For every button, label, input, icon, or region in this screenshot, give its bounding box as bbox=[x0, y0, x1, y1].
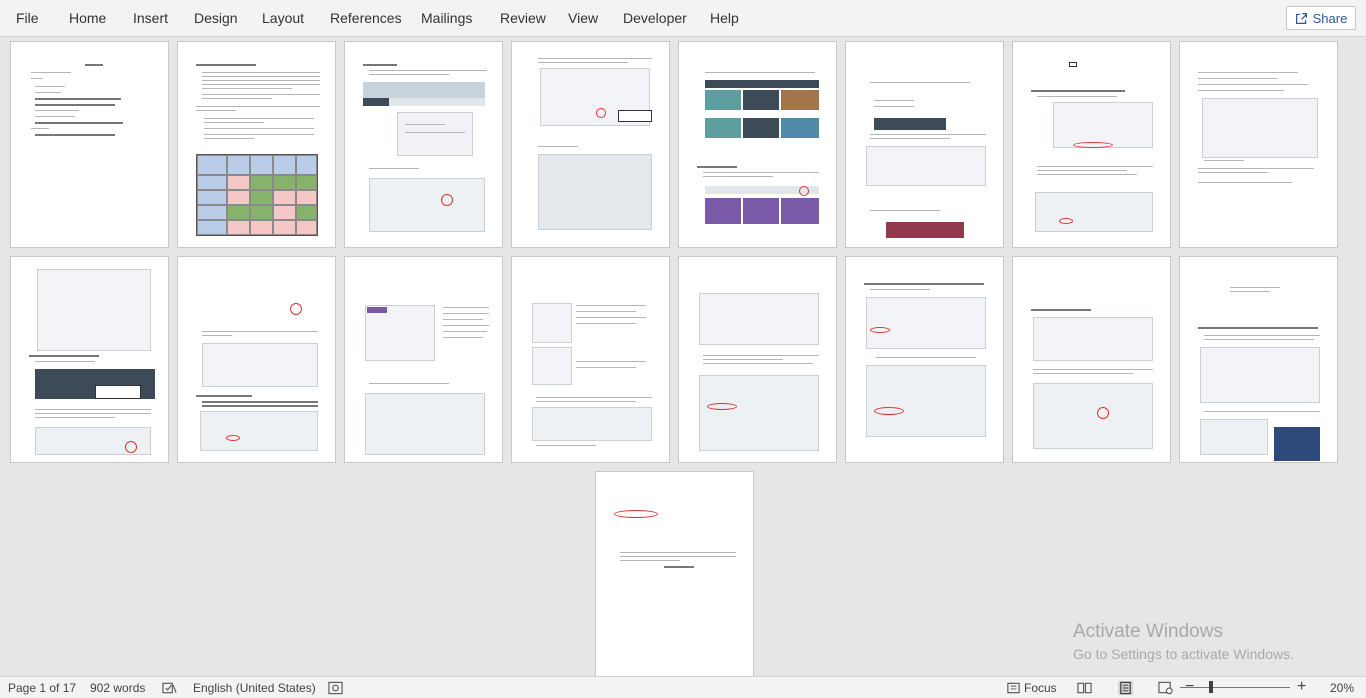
language-indicator[interactable]: English (United States) bbox=[193, 681, 316, 695]
proofing-icon[interactable] bbox=[162, 681, 177, 695]
page-thumbnail-14[interactable] bbox=[845, 256, 1004, 463]
page-thumbnail-12[interactable] bbox=[511, 256, 670, 463]
page-thumbnail-15[interactable] bbox=[1012, 256, 1171, 463]
page-thumbnail-17[interactable] bbox=[595, 471, 754, 678]
tab-help[interactable]: Help bbox=[710, 10, 739, 26]
tab-design[interactable]: Design bbox=[194, 10, 238, 26]
tab-insert[interactable]: Insert bbox=[133, 10, 168, 26]
accessibility-icon[interactable] bbox=[328, 681, 343, 695]
zoom-in-button[interactable]: + bbox=[1297, 678, 1306, 696]
share-icon bbox=[1295, 12, 1307, 24]
ribbon-tabs: File Home Insert Design Layout Reference… bbox=[0, 0, 1366, 37]
zoom-slider-thumb[interactable] bbox=[1209, 681, 1213, 693]
activate-windows-watermark: Activate Windows Go to Settings to activ… bbox=[1073, 621, 1294, 662]
tab-view[interactable]: View bbox=[568, 10, 598, 26]
focus-icon[interactable] bbox=[1006, 681, 1021, 695]
share-label: Share bbox=[1312, 10, 1348, 26]
tab-developer[interactable]: Developer bbox=[623, 10, 687, 26]
tab-file[interactable]: File bbox=[16, 10, 39, 26]
read-mode-icon[interactable] bbox=[1077, 681, 1092, 695]
focus-mode-button[interactable]: Focus bbox=[1024, 681, 1057, 695]
page-thumbnail-16[interactable] bbox=[1179, 256, 1338, 463]
tab-mailings[interactable]: Mailings bbox=[421, 10, 472, 26]
zoom-level[interactable]: 20% bbox=[1330, 681, 1354, 695]
page-thumbnail-9[interactable] bbox=[10, 256, 169, 463]
share-button[interactable]: Share bbox=[1286, 6, 1356, 30]
document-canvas[interactable] bbox=[0, 37, 1366, 678]
page-thumbnail-1[interactable] bbox=[10, 41, 169, 248]
page-thumbnail-11[interactable] bbox=[344, 256, 503, 463]
page-thumbnail-4[interactable] bbox=[511, 41, 670, 248]
page-thumbnail-8[interactable] bbox=[1179, 41, 1338, 248]
web-layout-icon[interactable] bbox=[1158, 681, 1173, 695]
tab-review[interactable]: Review bbox=[500, 10, 546, 26]
page-thumbnail-7[interactable] bbox=[1012, 41, 1171, 248]
word-count-indicator[interactable]: 902 words bbox=[90, 681, 145, 695]
print-layout-icon[interactable] bbox=[1118, 681, 1133, 695]
page-thumbnail-6[interactable] bbox=[845, 41, 1004, 248]
watermark-title: Activate Windows bbox=[1073, 621, 1223, 642]
tab-home[interactable]: Home bbox=[69, 10, 106, 26]
watermark-subtitle: Go to Settings to activate Windows. bbox=[1073, 646, 1294, 662]
page-count-indicator[interactable]: Page 1 of 17 bbox=[8, 681, 76, 695]
tab-references[interactable]: References bbox=[330, 10, 402, 26]
page-thumbnail-10[interactable] bbox=[177, 256, 336, 463]
page-thumbnail-5[interactable] bbox=[678, 41, 837, 248]
zoom-slider[interactable] bbox=[1180, 687, 1290, 688]
page-thumbnail-3[interactable] bbox=[344, 41, 503, 248]
page-thumbnail-2[interactable] bbox=[177, 41, 336, 248]
status-bar: Page 1 of 17 902 words English (United S… bbox=[0, 676, 1366, 698]
tab-layout[interactable]: Layout bbox=[262, 10, 304, 26]
page-thumbnail-13[interactable] bbox=[678, 256, 837, 463]
